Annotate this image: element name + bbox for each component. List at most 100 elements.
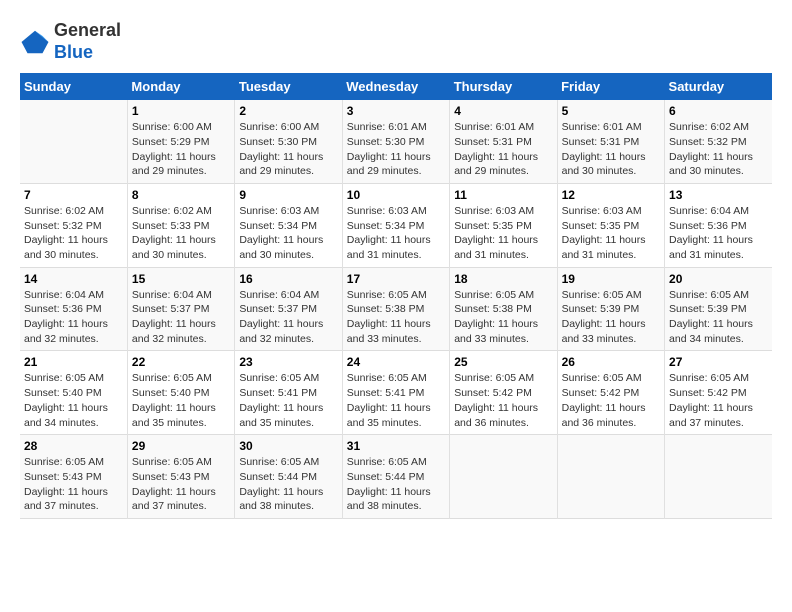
- day-info: Sunrise: 6:05 AMSunset: 5:43 PMDaylight:…: [132, 455, 230, 514]
- logo-text: General Blue: [54, 20, 121, 63]
- calendar-cell: [665, 435, 772, 519]
- calendar-cell: 15 Sunrise: 6:04 AMSunset: 5:37 PMDaylig…: [127, 267, 234, 351]
- calendar-cell: 23 Sunrise: 6:05 AMSunset: 5:41 PMDaylig…: [235, 351, 342, 435]
- day-info: Sunrise: 6:01 AMSunset: 5:31 PMDaylight:…: [562, 120, 660, 179]
- calendar-cell: 20 Sunrise: 6:05 AMSunset: 5:39 PMDaylig…: [665, 267, 772, 351]
- day-number: 18: [454, 272, 552, 286]
- calendar-cell: 31 Sunrise: 6:05 AMSunset: 5:44 PMDaylig…: [342, 435, 449, 519]
- day-number: 20: [669, 272, 768, 286]
- day-number: 25: [454, 355, 552, 369]
- calendar-cell: 26 Sunrise: 6:05 AMSunset: 5:42 PMDaylig…: [557, 351, 664, 435]
- calendar-cell: 13 Sunrise: 6:04 AMSunset: 5:36 PMDaylig…: [665, 183, 772, 267]
- calendar-cell: 25 Sunrise: 6:05 AMSunset: 5:42 PMDaylig…: [450, 351, 557, 435]
- calendar-cell: 28 Sunrise: 6:05 AMSunset: 5:43 PMDaylig…: [20, 435, 127, 519]
- day-info: Sunrise: 6:03 AMSunset: 5:35 PMDaylight:…: [562, 204, 660, 263]
- day-number: 7: [24, 188, 123, 202]
- calendar-cell: 19 Sunrise: 6:05 AMSunset: 5:39 PMDaylig…: [557, 267, 664, 351]
- day-number: 29: [132, 439, 230, 453]
- calendar-cell: 1 Sunrise: 6:00 AMSunset: 5:29 PMDayligh…: [127, 100, 234, 183]
- calendar-cell: 11 Sunrise: 6:03 AMSunset: 5:35 PMDaylig…: [450, 183, 557, 267]
- day-number: 8: [132, 188, 230, 202]
- day-number: 1: [132, 104, 230, 118]
- header-saturday: Saturday: [665, 73, 772, 100]
- day-info: Sunrise: 6:03 AMSunset: 5:35 PMDaylight:…: [454, 204, 552, 263]
- header-thursday: Thursday: [450, 73, 557, 100]
- calendar-cell: 10 Sunrise: 6:03 AMSunset: 5:34 PMDaylig…: [342, 183, 449, 267]
- day-number: 23: [239, 355, 337, 369]
- calendar-cell: 6 Sunrise: 6:02 AMSunset: 5:32 PMDayligh…: [665, 100, 772, 183]
- day-info: Sunrise: 6:05 AMSunset: 5:40 PMDaylight:…: [24, 371, 123, 430]
- day-number: 6: [669, 104, 768, 118]
- day-info: Sunrise: 6:00 AMSunset: 5:30 PMDaylight:…: [239, 120, 337, 179]
- calendar-cell: 22 Sunrise: 6:05 AMSunset: 5:40 PMDaylig…: [127, 351, 234, 435]
- page-header: General Blue: [20, 20, 772, 63]
- calendar-cell: [20, 100, 127, 183]
- calendar-cell: 17 Sunrise: 6:05 AMSunset: 5:38 PMDaylig…: [342, 267, 449, 351]
- calendar-cell: 8 Sunrise: 6:02 AMSunset: 5:33 PMDayligh…: [127, 183, 234, 267]
- calendar-cell: 2 Sunrise: 6:00 AMSunset: 5:30 PMDayligh…: [235, 100, 342, 183]
- day-info: Sunrise: 6:05 AMSunset: 5:42 PMDaylight:…: [669, 371, 768, 430]
- day-info: Sunrise: 6:04 AMSunset: 5:36 PMDaylight:…: [669, 204, 768, 263]
- day-info: Sunrise: 6:03 AMSunset: 5:34 PMDaylight:…: [239, 204, 337, 263]
- day-number: 27: [669, 355, 768, 369]
- week-row-5: 28 Sunrise: 6:05 AMSunset: 5:43 PMDaylig…: [20, 435, 772, 519]
- day-number: 10: [347, 188, 445, 202]
- day-number: 9: [239, 188, 337, 202]
- calendar-cell: 5 Sunrise: 6:01 AMSunset: 5:31 PMDayligh…: [557, 100, 664, 183]
- day-number: 22: [132, 355, 230, 369]
- day-number: 5: [562, 104, 660, 118]
- day-number: 11: [454, 188, 552, 202]
- day-info: Sunrise: 6:01 AMSunset: 5:31 PMDaylight:…: [454, 120, 552, 179]
- day-number: 26: [562, 355, 660, 369]
- calendar-cell: 3 Sunrise: 6:01 AMSunset: 5:30 PMDayligh…: [342, 100, 449, 183]
- calendar-cell: 9 Sunrise: 6:03 AMSunset: 5:34 PMDayligh…: [235, 183, 342, 267]
- calendar-cell: 16 Sunrise: 6:04 AMSunset: 5:37 PMDaylig…: [235, 267, 342, 351]
- day-info: Sunrise: 6:05 AMSunset: 5:42 PMDaylight:…: [562, 371, 660, 430]
- week-row-1: 1 Sunrise: 6:00 AMSunset: 5:29 PMDayligh…: [20, 100, 772, 183]
- day-info: Sunrise: 6:05 AMSunset: 5:44 PMDaylight:…: [239, 455, 337, 514]
- day-info: Sunrise: 6:04 AMSunset: 5:36 PMDaylight:…: [24, 288, 123, 347]
- day-number: 2: [239, 104, 337, 118]
- day-number: 14: [24, 272, 123, 286]
- day-number: 13: [669, 188, 768, 202]
- header-tuesday: Tuesday: [235, 73, 342, 100]
- day-number: 4: [454, 104, 552, 118]
- calendar-cell: [450, 435, 557, 519]
- day-info: Sunrise: 6:00 AMSunset: 5:29 PMDaylight:…: [132, 120, 230, 179]
- day-info: Sunrise: 6:05 AMSunset: 5:42 PMDaylight:…: [454, 371, 552, 430]
- day-info: Sunrise: 6:01 AMSunset: 5:30 PMDaylight:…: [347, 120, 445, 179]
- day-info: Sunrise: 6:05 AMSunset: 5:38 PMDaylight:…: [347, 288, 445, 347]
- calendar-cell: [557, 435, 664, 519]
- day-info: Sunrise: 6:05 AMSunset: 5:39 PMDaylight:…: [669, 288, 768, 347]
- day-number: 19: [562, 272, 660, 286]
- day-info: Sunrise: 6:04 AMSunset: 5:37 PMDaylight:…: [132, 288, 230, 347]
- day-info: Sunrise: 6:04 AMSunset: 5:37 PMDaylight:…: [239, 288, 337, 347]
- day-number: 30: [239, 439, 337, 453]
- day-info: Sunrise: 6:05 AMSunset: 5:43 PMDaylight:…: [24, 455, 123, 514]
- day-number: 21: [24, 355, 123, 369]
- calendar-cell: 30 Sunrise: 6:05 AMSunset: 5:44 PMDaylig…: [235, 435, 342, 519]
- day-number: 24: [347, 355, 445, 369]
- header-sunday: Sunday: [20, 73, 127, 100]
- day-number: 12: [562, 188, 660, 202]
- logo: General Blue: [20, 20, 121, 63]
- day-info: Sunrise: 6:05 AMSunset: 5:41 PMDaylight:…: [347, 371, 445, 430]
- calendar-cell: 27 Sunrise: 6:05 AMSunset: 5:42 PMDaylig…: [665, 351, 772, 435]
- day-info: Sunrise: 6:02 AMSunset: 5:32 PMDaylight:…: [24, 204, 123, 263]
- calendar-cell: 7 Sunrise: 6:02 AMSunset: 5:32 PMDayligh…: [20, 183, 127, 267]
- week-row-3: 14 Sunrise: 6:04 AMSunset: 5:36 PMDaylig…: [20, 267, 772, 351]
- day-number: 16: [239, 272, 337, 286]
- header-friday: Friday: [557, 73, 664, 100]
- header-wednesday: Wednesday: [342, 73, 449, 100]
- day-info: Sunrise: 6:03 AMSunset: 5:34 PMDaylight:…: [347, 204, 445, 263]
- day-info: Sunrise: 6:05 AMSunset: 5:39 PMDaylight:…: [562, 288, 660, 347]
- logo-icon: [20, 27, 50, 57]
- calendar-cell: 4 Sunrise: 6:01 AMSunset: 5:31 PMDayligh…: [450, 100, 557, 183]
- day-number: 15: [132, 272, 230, 286]
- day-number: 31: [347, 439, 445, 453]
- day-number: 17: [347, 272, 445, 286]
- calendar-table: SundayMondayTuesdayWednesdayThursdayFrid…: [20, 73, 772, 519]
- calendar-cell: 21 Sunrise: 6:05 AMSunset: 5:40 PMDaylig…: [20, 351, 127, 435]
- day-info: Sunrise: 6:02 AMSunset: 5:32 PMDaylight:…: [669, 120, 768, 179]
- calendar-cell: 18 Sunrise: 6:05 AMSunset: 5:38 PMDaylig…: [450, 267, 557, 351]
